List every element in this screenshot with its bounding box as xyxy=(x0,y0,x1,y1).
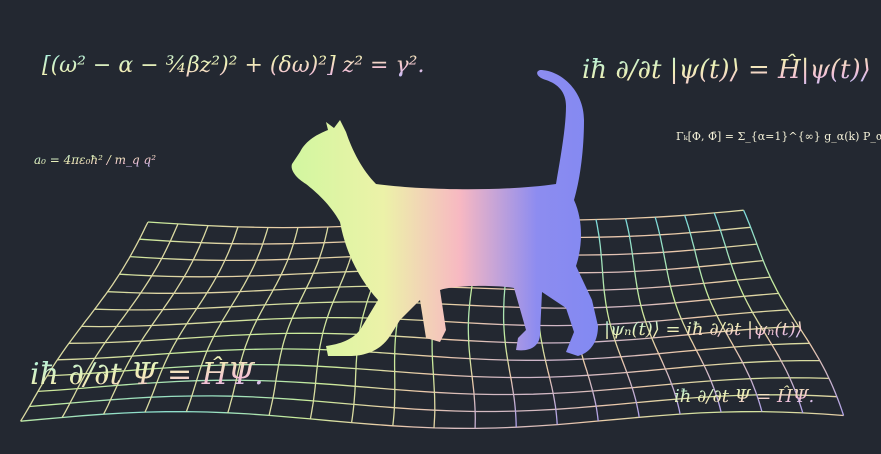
equation-bohr-radius: a₀ = 4πε₀ħ² / m_q q² xyxy=(34,153,156,167)
equation-bracket-text: [(ω² − α − ¾βz²)² + (δω)²] z² = γ². xyxy=(42,53,424,78)
equation-schrodinger-small: iħ ∂/∂t Ψ = ĤΨ. xyxy=(674,384,814,407)
grid-line xyxy=(268,226,329,416)
equation-gamma-sum: Γₖ[Φ, Φ̄] = Σ_{α=1}^{∞} g_α(k) P_α[Φ, Φ̄… xyxy=(676,130,881,143)
equation-psi-n: |ψₙ(t)⟩ = iħ ∂/∂t |ψₙ(t)⟩ xyxy=(604,319,803,340)
artwork-canvas: [(ω² − α − ¾βz²)² + (δω)²] z² = γ². iħ ∂… xyxy=(20,53,881,430)
cat-silhouette xyxy=(291,70,598,356)
equation-schrodinger-top: iħ ∂/∂t |ψ(t)⟩ = Ĥ|ψ(t)⟩ xyxy=(582,53,871,85)
grid-line xyxy=(743,209,845,416)
equation-bracket: [(ω² − α − ¾βz²)² + (δω)²] z² = γ². xyxy=(42,53,424,78)
grid-line xyxy=(624,218,681,415)
equation-schrodinger-large: iħ ∂/∂t Ψ = ĤΨ. xyxy=(30,356,264,392)
grid-line xyxy=(20,410,844,430)
